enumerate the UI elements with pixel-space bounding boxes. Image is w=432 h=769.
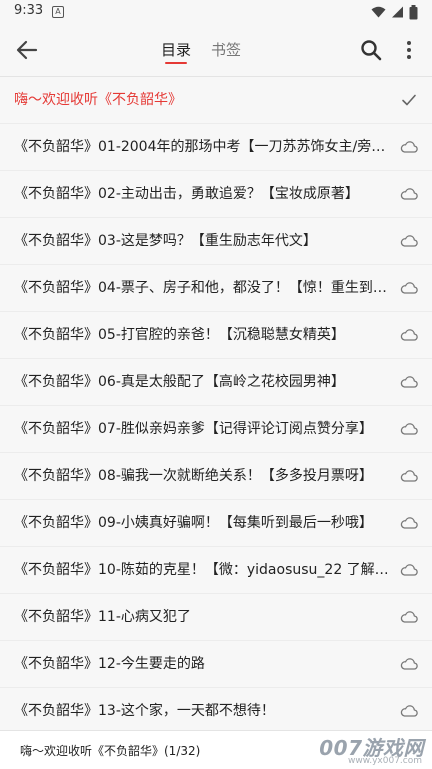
chapter-row[interactable]: 《不负韶华》11-心病又犯了 [0, 594, 432, 641]
chapter-row[interactable]: 《不负韶华》04-票子、房子和他，都没了！【惊！重生到中考... [0, 265, 432, 312]
wifi-icon [371, 6, 386, 18]
tab-bookmarks[interactable]: 书签 [210, 40, 242, 64]
notification-app-icon: A [52, 6, 64, 18]
chapter-title: 《不负韶华》13-这个家，一天都不想待！ [14, 703, 275, 719]
chapter-row[interactable]: 《不负韶华》05-打官腔的亲爸！【沉稳聪慧女精英】 [0, 312, 432, 359]
now-playing-text: 嗨～欢迎收听《不负韶华》(1/32) [20, 744, 201, 758]
download-status[interactable] [400, 374, 418, 390]
status-bar: 9:33 A [0, 0, 432, 24]
chapter-row[interactable]: 《不负韶华》06-真是太般配了【高岭之花校园男神】 [0, 359, 432, 406]
battery-icon [409, 4, 418, 19]
chapter-row[interactable]: 《不负韶华》03-这是梦吗？【重生励志年代文】 [0, 218, 432, 265]
download-status[interactable] [400, 280, 418, 296]
cloud-icon [400, 564, 418, 576]
chapter-title: 《不负韶华》06-真是太般配了【高岭之花校园男神】 [14, 374, 345, 390]
back-button[interactable] [14, 38, 40, 62]
chapter-row[interactable]: 《不负韶华》12-今生要走的路 [0, 641, 432, 688]
download-status[interactable] [400, 515, 418, 531]
chapter-row[interactable]: 《不负韶华》10-陈茹的克星！【微：yidaosusu_22 了解更多主... [0, 547, 432, 594]
played-status [400, 92, 418, 108]
arrow-left-icon [16, 40, 38, 60]
cloud-icon [400, 611, 418, 623]
check-icon [402, 94, 416, 106]
chapter-title: 《不负韶华》12-今生要走的路 [14, 656, 205, 672]
cloud-icon [400, 517, 418, 529]
chapter-row[interactable]: 嗨～欢迎收听《不负韶华》 [0, 77, 432, 124]
cloud-icon [400, 141, 418, 153]
chapter-title: 《不负韶华》11-心病又犯了 [14, 609, 191, 625]
status-icons [371, 4, 418, 20]
top-app-bar: 目录 书签 [0, 24, 432, 77]
chapter-list: 嗨～欢迎收听《不负韶华》《不负韶华》01-2004年的那场中考【一刀苏苏饰女主/… [0, 77, 432, 735]
more-options-button[interactable] [401, 38, 417, 62]
chapter-title: 《不负韶华》02-主动出击，勇敢追爱？【宝妆成原著】 [14, 186, 359, 202]
chapter-row[interactable]: 《不负韶华》08-骗我一次就断绝关系！【多多投月票呀】 [0, 453, 432, 500]
chapter-title: 《不负韶华》03-这是梦吗？【重生励志年代文】 [14, 233, 317, 249]
cloud-icon [400, 658, 418, 670]
download-status[interactable] [400, 421, 418, 437]
chapter-title: 嗨～欢迎收听《不负韶华》 [14, 92, 182, 108]
chapter-title: 《不负韶华》04-票子、房子和他，都没了！【惊！重生到中考... [14, 280, 392, 296]
download-status[interactable] [400, 703, 418, 719]
watermark-url: www.yx007.com [347, 756, 422, 766]
tab-label: 目录 [160, 41, 191, 59]
download-status[interactable] [400, 233, 418, 249]
cloud-icon [400, 376, 418, 388]
chapter-title: 《不负韶华》09-小姨真好骗啊！【每集听到最后一秒哦】 [14, 515, 373, 531]
download-status[interactable] [400, 327, 418, 343]
chapter-row[interactable]: 《不负韶华》02-主动出击，勇敢追爱？【宝妆成原著】 [0, 171, 432, 218]
download-status[interactable] [400, 656, 418, 672]
more-vertical-icon [407, 41, 411, 59]
chapter-title: 《不负韶华》10-陈茹的克星！【微：yidaosusu_22 了解更多主... [14, 562, 392, 578]
active-tab-indicator [165, 62, 187, 64]
search-icon [361, 40, 382, 61]
tab-table-of-contents[interactable]: 目录 [160, 40, 192, 64]
download-status[interactable] [400, 186, 418, 202]
cloud-icon [400, 705, 418, 717]
chapter-title: 《不负韶华》08-骗我一次就断绝关系！【多多投月票呀】 [14, 468, 373, 484]
status-time: 9:33 [14, 3, 44, 18]
download-status[interactable] [400, 468, 418, 484]
cloud-icon [400, 235, 418, 247]
chapter-row[interactable]: 《不负韶华》09-小姨真好骗啊！【每集听到最后一秒哦】 [0, 500, 432, 547]
chapter-title: 《不负韶华》07-胜似亲妈亲爹【记得评论订阅点赞分享】 [14, 421, 373, 437]
cloud-icon [400, 470, 418, 482]
search-button[interactable] [359, 38, 383, 62]
chapter-title: 《不负韶华》01-2004年的那场中考【一刀苏苏饰女主/旁白】 [14, 139, 392, 155]
cloud-icon [400, 423, 418, 435]
chapter-row[interactable]: 《不负韶华》13-这个家，一天都不想待！ [0, 688, 432, 735]
download-status[interactable] [400, 562, 418, 578]
signal-icon [392, 6, 403, 18]
chapter-row[interactable]: 《不负韶华》01-2004年的那场中考【一刀苏苏饰女主/旁白】 [0, 124, 432, 171]
tab-label: 书签 [210, 41, 241, 59]
chapter-title: 《不负韶华》05-打官腔的亲爸！【沉稳聪慧女精英】 [14, 327, 345, 343]
download-status[interactable] [400, 139, 418, 155]
chapter-row[interactable]: 《不负韶华》07-胜似亲妈亲爹【记得评论订阅点赞分享】 [0, 406, 432, 453]
download-status[interactable] [400, 609, 418, 625]
cloud-icon [400, 188, 418, 200]
cloud-icon [400, 329, 418, 341]
now-playing-bar[interactable]: 嗨～欢迎收听《不负韶华》(1/32) 007游戏网 www.yx007.com [0, 730, 432, 769]
cloud-icon [400, 282, 418, 294]
